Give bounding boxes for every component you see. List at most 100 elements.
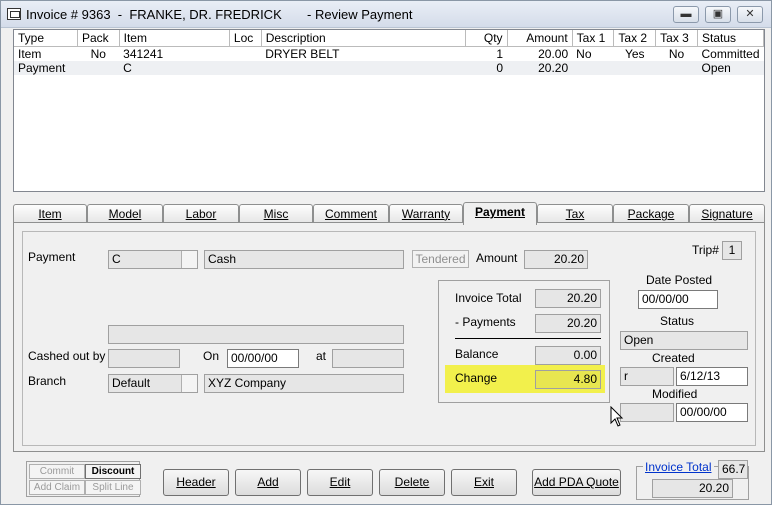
modified-by-field <box>620 403 674 422</box>
on-date-field[interactable]: 00/00/00 <box>227 349 299 368</box>
column-header-qty[interactable]: Qty <box>465 30 508 47</box>
button-label: Add <box>257 475 279 489</box>
payment-label: Payment <box>28 250 76 264</box>
cell-description: DRYER BELT <box>265 46 340 61</box>
tab-label: Model <box>108 207 142 221</box>
amount-field[interactable]: 20.20 <box>524 250 588 269</box>
tab-label: Item <box>38 207 62 221</box>
tab-signature[interactable]: Signature <box>689 204 765 224</box>
button-label: Delete <box>394 475 430 489</box>
column-header-tax2[interactable]: Tax 2 <box>613 30 657 47</box>
balance-label: Balance <box>455 347 499 361</box>
cell-pack: No <box>90 46 106 61</box>
change-field: 4.80 <box>535 370 601 389</box>
cell-status: Committed <box>701 46 760 61</box>
trip-label: Trip# <box>692 243 719 257</box>
cell-qty: 0 <box>465 60 508 75</box>
table-row[interactable]: Item No 341241 DRYER BELT 1 20.00 No Yes… <box>14 46 764 61</box>
status-label: Status <box>660 314 695 328</box>
exit-button[interactable]: Exit <box>451 469 517 496</box>
delete-button[interactable]: Delete <box>379 469 445 496</box>
tab-comment[interactable]: Comment <box>313 204 389 224</box>
minimize-button[interactable]: ▬ <box>673 6 699 23</box>
column-header-type[interactable]: Type <box>14 30 78 47</box>
cell-type: Item <box>18 46 42 61</box>
tab-misc[interactable]: Misc <box>239 204 313 224</box>
cashed-out-field[interactable] <box>108 349 180 368</box>
column-header-item[interactable]: Item <box>119 30 230 47</box>
payment-notes-field[interactable] <box>108 325 404 344</box>
tab-payment[interactable]: Payment <box>463 202 537 225</box>
modified-label: Modified <box>652 387 698 401</box>
discount-button[interactable]: Discount <box>85 464 141 479</box>
tendered-button[interactable]: Tendered <box>412 250 469 268</box>
dropdown-arrow-icon[interactable] <box>181 251 197 268</box>
edit-button[interactable]: Edit <box>307 469 373 496</box>
cell-amount: 20.00 <box>538 46 569 61</box>
table-row[interactable]: Payment C 0 20.20 Open <box>14 60 764 75</box>
commit-button[interactable]: Commit <box>29 464 85 479</box>
close-button[interactable]: ✕ <box>737 6 763 23</box>
trip-field[interactable]: 1 <box>722 241 742 260</box>
dropdown-arrow-icon[interactable] <box>181 375 197 392</box>
invoice-window: Invoice # 9363 - FRANKE, DR. FREDRICK - … <box>0 0 772 505</box>
tab-label: Payment <box>474 205 526 219</box>
tab-label: Labor <box>185 207 217 221</box>
totals-divider <box>455 338 601 339</box>
date-posted-label: Date Posted <box>646 273 713 287</box>
add-pda-quote-button[interactable]: Add PDA Quote <box>532 469 621 496</box>
column-header-tax1[interactable]: Tax 1 <box>572 30 615 47</box>
created-date-field: 6/12/13 <box>676 367 748 386</box>
at-time-field[interactable] <box>332 349 404 368</box>
button-label: Add PDA Quote <box>534 475 619 489</box>
cell-status: Open <box>697 60 764 75</box>
tab-tax[interactable]: Tax <box>537 204 613 224</box>
payments-label: - Payments <box>455 315 516 329</box>
change-label: Change <box>455 371 498 385</box>
tab-package[interactable]: Package <box>613 204 689 224</box>
invoice-total-label: Invoice Total <box>455 291 522 305</box>
tab-label: Misc <box>263 207 289 221</box>
tab-label: Signature <box>701 207 753 221</box>
cell-tax1 <box>572 60 614 75</box>
branch-label: Branch <box>28 374 67 388</box>
branch-value: Default <box>112 376 151 390</box>
modified-date-field: 00/00/00 <box>676 403 748 422</box>
add-button[interactable]: Add <box>235 469 301 496</box>
tab-model[interactable]: Model <box>87 204 163 224</box>
maximize-button[interactable]: ▣ <box>705 6 731 23</box>
column-header-description[interactable]: Description <box>261 30 467 47</box>
tab-item[interactable]: Item <box>13 204 87 224</box>
column-header-amount[interactable]: Amount <box>507 30 573 47</box>
header-button[interactable]: Header <box>163 469 229 496</box>
cell-tax3 <box>655 60 698 75</box>
column-header-pack[interactable]: Pack <box>77 30 120 47</box>
tab-labor[interactable]: Labor <box>163 204 239 224</box>
column-header-status[interactable]: Status <box>697 30 765 47</box>
cell-description <box>261 60 466 75</box>
cell-tax3: No <box>668 46 685 61</box>
line-items-grid[interactable]: Type Pack Item Loc Description Qty Amoun… <box>13 29 765 192</box>
cell-qty: 1 <box>496 46 504 61</box>
invoice-total-link[interactable]: Invoice Total <box>643 460 714 474</box>
tab-warranty[interactable]: Warranty <box>389 204 463 224</box>
branch-select[interactable]: Default <box>108 374 198 393</box>
cell-amount: 20.20 <box>507 60 573 75</box>
button-label: Edit <box>329 475 351 489</box>
add-claim-button[interactable]: Add Claim <box>29 480 85 495</box>
payment-type-select[interactable]: C <box>108 250 198 269</box>
date-posted-field[interactable]: 00/00/00 <box>638 290 718 309</box>
split-line-button[interactable]: Split Line <box>85 480 141 495</box>
grid-header-row: Type Pack Item Loc Description Qty Amoun… <box>14 30 765 47</box>
cell-item: 341241 <box>123 46 164 61</box>
invoice-total-field: 20.20 <box>535 289 601 308</box>
branch-company-field[interactable]: XYZ Company <box>204 374 404 393</box>
at-label: at <box>316 349 327 363</box>
column-header-loc[interactable]: Loc <box>229 30 262 47</box>
payment-description-field[interactable]: Cash <box>204 250 404 269</box>
column-header-tax3[interactable]: Tax 3 <box>655 30 698 47</box>
cell-tax2: Yes <box>624 46 645 61</box>
status-field: Open <box>620 331 748 350</box>
cell-tax1: No <box>576 46 592 61</box>
created-label: Created <box>652 351 695 365</box>
